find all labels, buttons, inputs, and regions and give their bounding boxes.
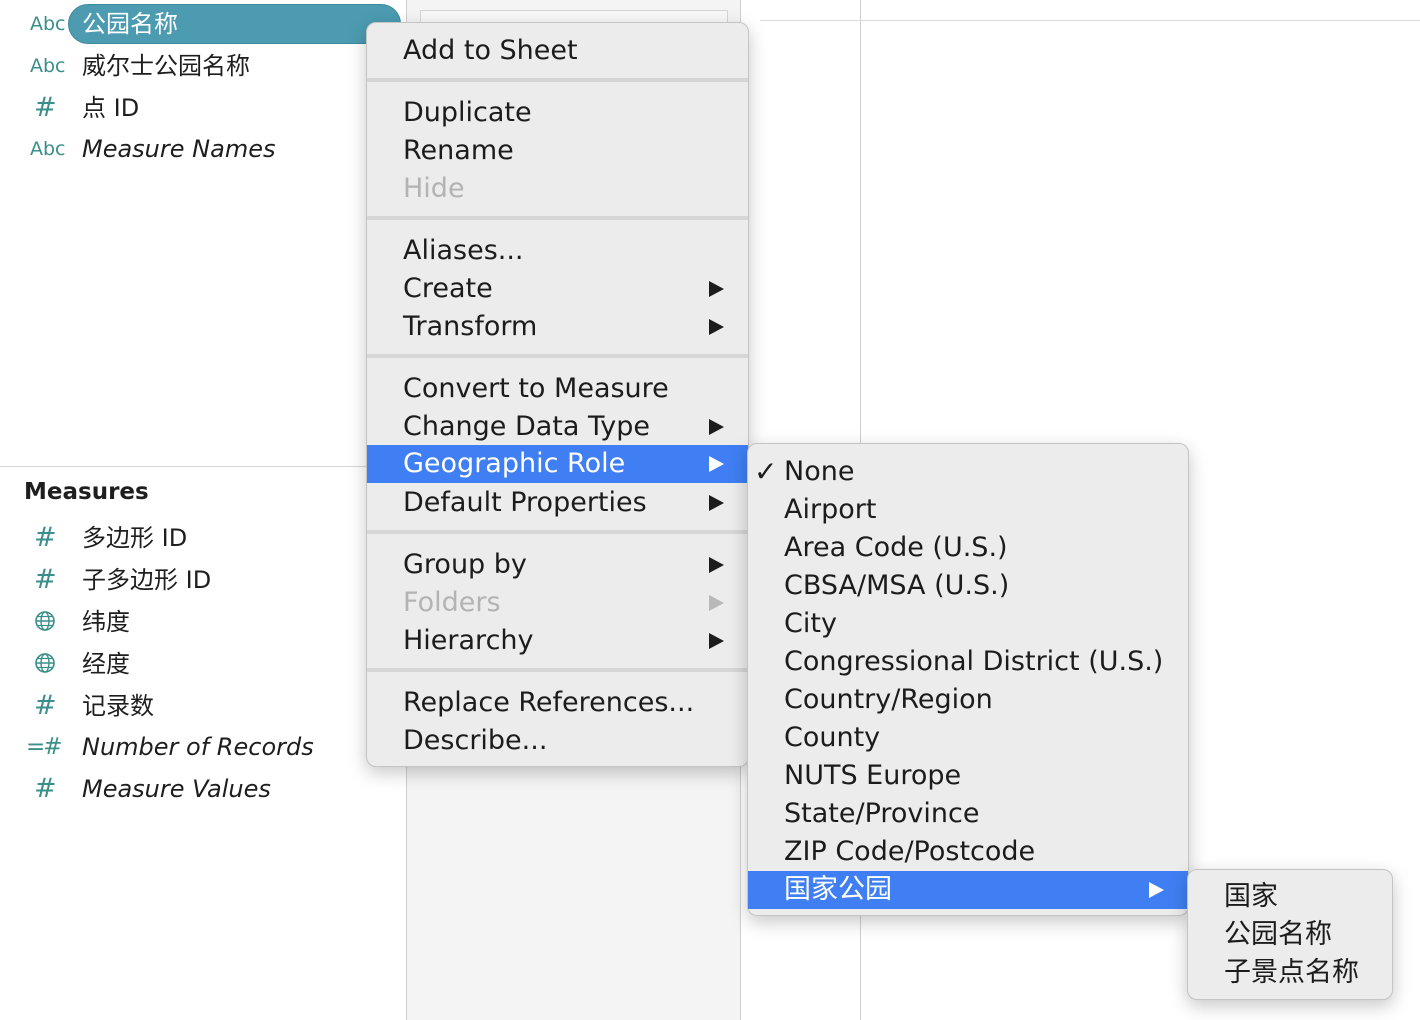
geo-role-county[interactable]: County [748,719,1188,757]
globe-icon [35,653,55,673]
field-name: 多边形 ID [82,524,188,552]
menu-separator [367,216,748,220]
data-pane: Abc 公园名称 Abc 威尔士公园名称 # 点 ID Abc Measure … [0,0,406,1020]
geo-role-airport[interactable]: Airport [748,491,1188,529]
menu-item-add-to-sheet[interactable]: Add to Sheet [367,32,748,70]
geo-role-nuts-europe[interactable]: NUTS Europe [748,757,1188,795]
measure-field-record-count[interactable]: # 记录数 [0,686,400,726]
park-role-sub-attraction-name[interactable]: 子景点名称 [1188,954,1392,992]
number-type-icon: # [34,690,57,721]
submenu-arrow-icon [709,557,724,573]
menu-item-default-properties[interactable]: Default Properties [367,484,748,522]
measure-field-latitude[interactable]: 纬度 [0,602,400,642]
menu-separator [367,354,748,358]
geo-role-congressional-district[interactable]: Congressional District (U.S.) [748,643,1188,681]
menu-item-transform[interactable]: Transform [367,308,748,346]
menu-item-create[interactable]: Create [367,270,748,308]
menu-item-geographic-role[interactable]: Geographic Role [367,445,748,483]
submenu-arrow-icon [709,456,724,472]
measure-field-measure-values[interactable]: # Measure Values [0,769,400,809]
geographic-role-submenu: ✓ None Airport Area Code (U.S.) CBSA/MSA … [747,443,1189,916]
string-type-icon: Abc [30,138,66,160]
menu-item-folders: Folders [367,584,748,622]
field-name: Measure Names [82,135,276,163]
pane-divider [0,466,406,467]
string-type-icon: Abc [30,13,66,35]
dimension-field-measure-names[interactable]: Abc Measure Names [0,129,400,169]
geo-role-area-code[interactable]: Area Code (U.S.) [748,529,1188,567]
geo-role-zip-code[interactable]: ZIP Code/Postcode [748,833,1188,871]
geo-role-state-province[interactable]: State/Province [748,795,1188,833]
field-name: 点 ID [82,94,140,122]
geo-role-cbsa-msa[interactable]: CBSA/MSA (U.S.) [748,567,1188,605]
geo-role-city[interactable]: City [748,605,1188,643]
menu-item-group-by[interactable]: Group by [367,546,748,584]
field-name: 威尔士公园名称 [82,52,250,80]
dimension-field-welsh-park-name[interactable]: Abc 威尔士公园名称 [0,46,400,86]
checkmark-icon: ✓ [754,455,778,488]
submenu-arrow-icon [709,319,724,335]
number-type-icon: # [34,773,57,804]
number-type-icon: # [34,92,57,123]
geo-role-national-park[interactable]: 国家公园 [748,871,1188,909]
measure-field-number-of-records[interactable]: =# Number of Records [0,727,400,767]
submenu-arrow-icon [1149,882,1164,898]
menu-item-hierarchy[interactable]: Hierarchy [367,622,748,660]
calculated-number-icon: =# [26,734,63,760]
geo-role-country-region[interactable]: Country/Region [748,681,1188,719]
menu-item-change-data-type[interactable]: Change Data Type [367,408,748,446]
field-name: 公园名称 [82,10,178,38]
globe-icon [35,611,55,631]
submenu-arrow-icon [709,633,724,649]
submenu-arrow-icon [709,495,724,511]
measure-field-polygon-id[interactable]: # 多边形 ID [0,518,400,558]
view-top-border [760,20,1420,21]
field-name: Measure Values [82,775,271,803]
field-name: Number of Records [82,733,314,761]
field-name: 经度 [82,650,130,678]
string-type-icon: Abc [30,55,66,77]
national-park-submenu: 国家 公园名称 子景点名称 [1187,869,1393,1000]
menu-separator [367,530,748,534]
measure-field-subpolygon-id[interactable]: # 子多边形 ID [0,560,400,600]
measures-section-title: Measures [24,479,149,505]
menu-item-rename[interactable]: Rename [367,132,748,170]
geo-role-none[interactable]: ✓ None [748,453,1188,491]
menu-separator [367,78,748,82]
dimension-field-park-name[interactable]: Abc 公园名称 [0,4,400,44]
field-name: 子多边形 ID [82,566,212,594]
park-role-country[interactable]: 国家 [1188,878,1392,916]
submenu-arrow-icon [709,419,724,435]
submenu-arrow-icon [709,281,724,297]
field-name: 纬度 [82,608,130,636]
menu-item-aliases[interactable]: Aliases... [367,232,748,270]
park-role-park-name[interactable]: 公园名称 [1188,916,1392,954]
menu-item-convert-to-measure[interactable]: Convert to Measure [367,370,748,408]
menu-item-duplicate[interactable]: Duplicate [367,94,748,132]
dimension-field-point-id[interactable]: # 点 ID [0,88,400,128]
measure-field-longitude[interactable]: 经度 [0,644,400,684]
menu-separator [367,668,748,672]
number-type-icon: # [34,564,57,595]
field-name: 记录数 [82,692,154,720]
submenu-arrow-icon [709,595,724,611]
menu-item-describe[interactable]: Describe... [367,722,748,760]
menu-item-replace-references[interactable]: Replace References... [367,684,748,722]
menu-item-hide: Hide [403,173,465,204]
field-context-menu: Add to Sheet Duplicate Rename Hide Alias… [366,22,749,767]
number-type-icon: # [34,522,57,553]
